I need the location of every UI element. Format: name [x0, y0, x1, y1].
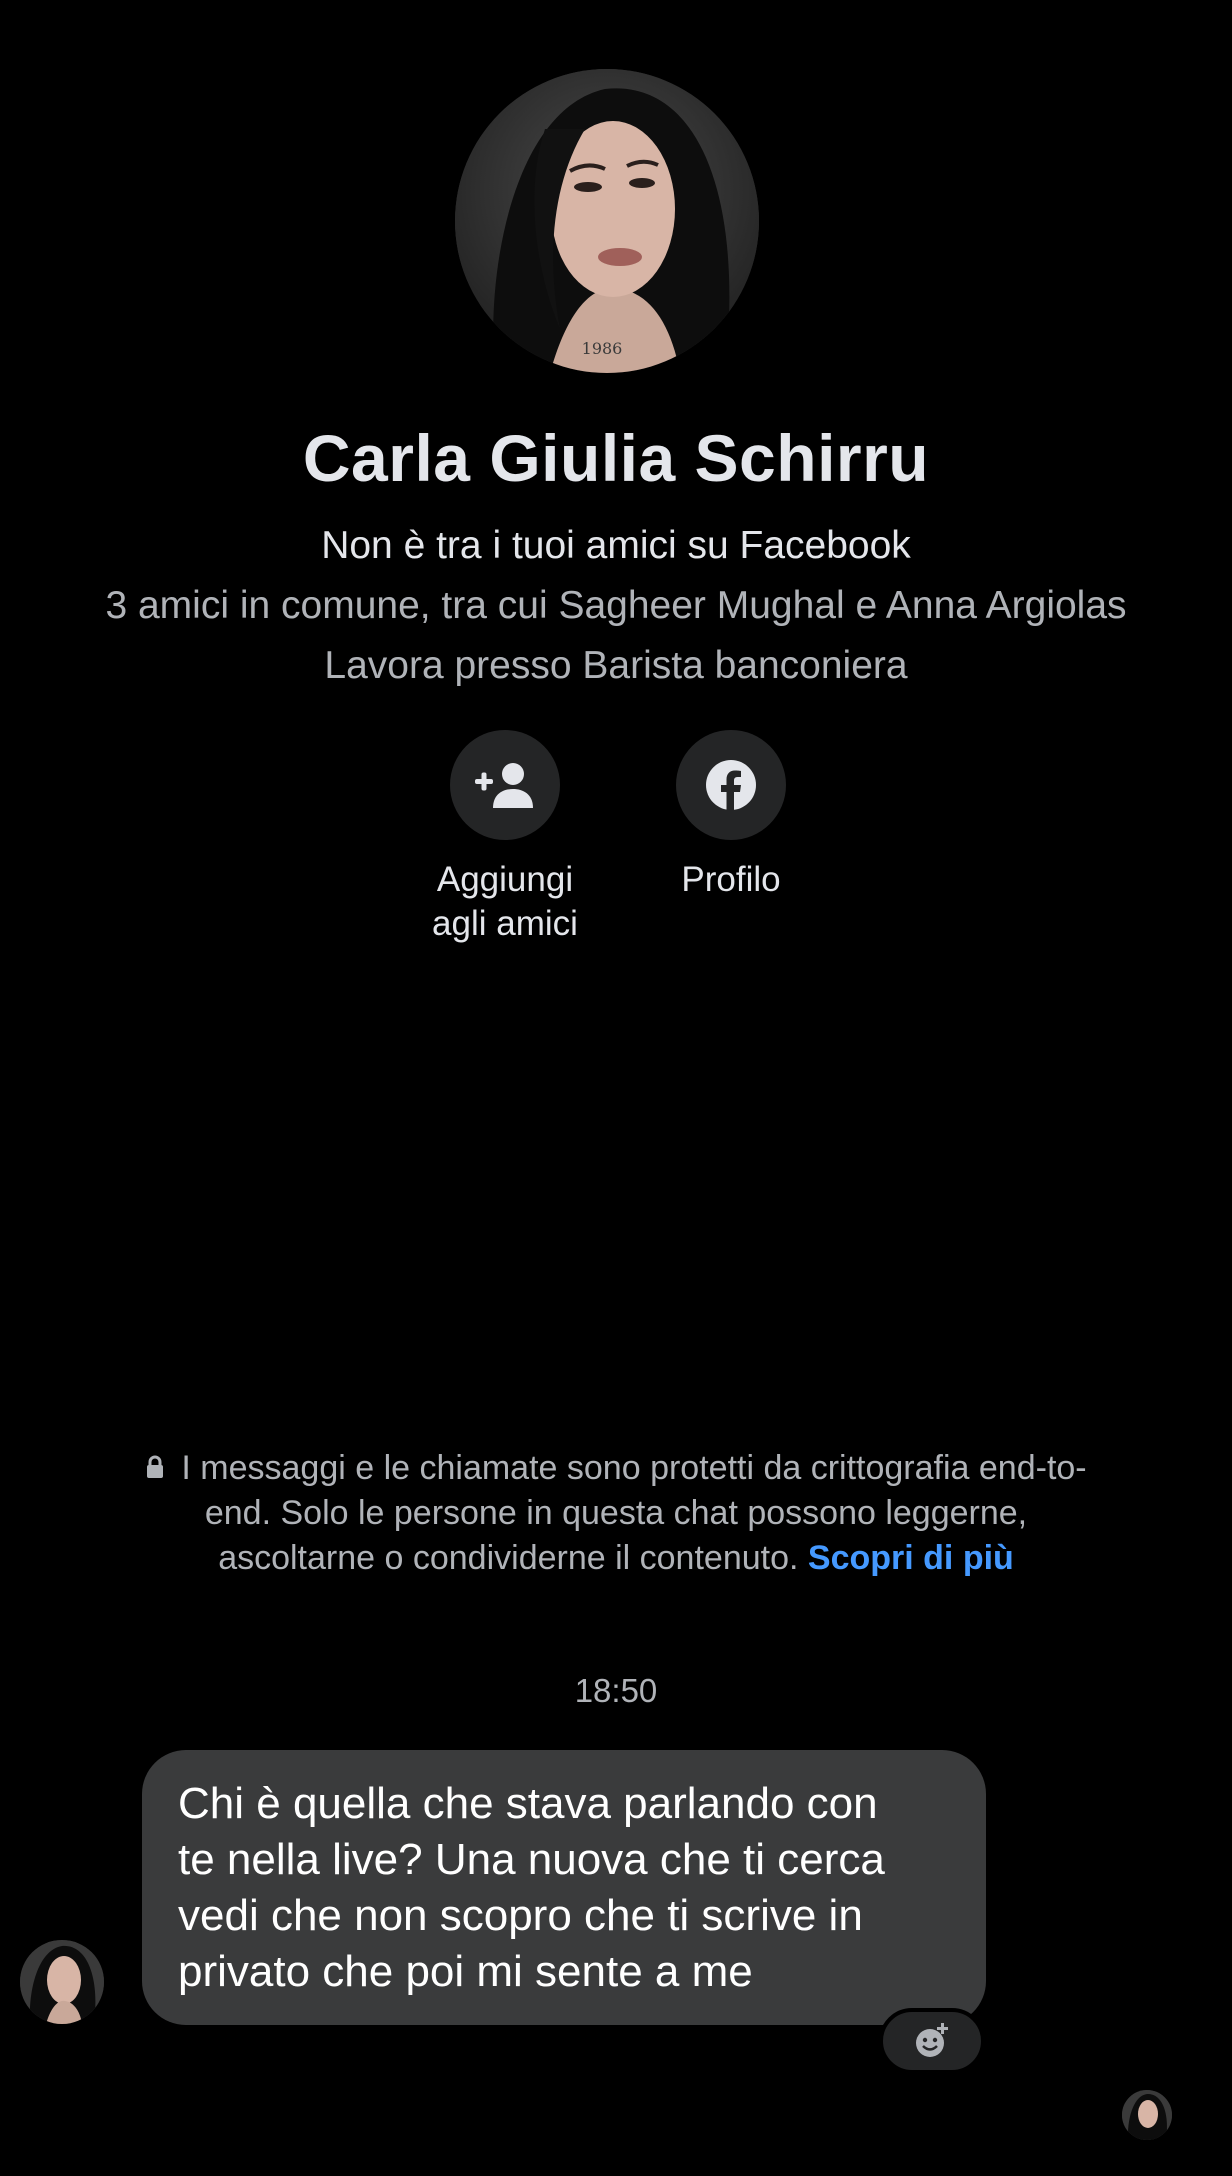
- lock-icon: [147, 1455, 164, 1478]
- profile-avatar[interactable]: 1986: [455, 69, 759, 373]
- read-receipt-avatar: [1122, 2090, 1172, 2140]
- add-friend-label[interactable]: Aggiungi agli amici: [390, 858, 620, 946]
- profile-action[interactable]: Profilo: [616, 730, 846, 902]
- add-friend-button[interactable]: [450, 730, 560, 840]
- message-timestamp: 18:50: [574, 1672, 658, 1709]
- add-reaction-icon: [916, 2023, 948, 2057]
- mutual-friends: 3 amici in comune, tra cui Sagheer Mugha…: [105, 584, 1127, 627]
- encryption-notice: I messaggi e le chiamate sono protetti d…: [140, 1446, 1092, 1581]
- profile-button[interactable]: [676, 730, 786, 840]
- add-friend-icon: [475, 763, 533, 808]
- learn-more-link[interactable]: Scopri di più: [808, 1539, 1014, 1577]
- profile-photo: 1986: [455, 69, 759, 373]
- friend-status: Non è tra i tuoi amici su Facebook: [321, 524, 911, 567]
- add-reaction-button[interactable]: [879, 2008, 985, 2074]
- tattoo-text: 1986: [582, 339, 623, 358]
- sender-avatar[interactable]: [20, 1940, 104, 2024]
- read-receipt-photo: [1122, 2090, 1172, 2140]
- work-info: Lavora presso Barista banconiera: [324, 644, 908, 687]
- facebook-icon: [706, 760, 756, 811]
- message-bubble[interactable]: Chi è quella che stava parlando con te n…: [142, 1750, 986, 2025]
- profile-name: Carla Giulia Schirru: [302, 421, 930, 495]
- add-friend-action[interactable]: Aggiungi agli amici: [390, 730, 620, 946]
- sender-avatar-photo: [20, 1940, 104, 2024]
- profile-label[interactable]: Profilo: [616, 858, 846, 902]
